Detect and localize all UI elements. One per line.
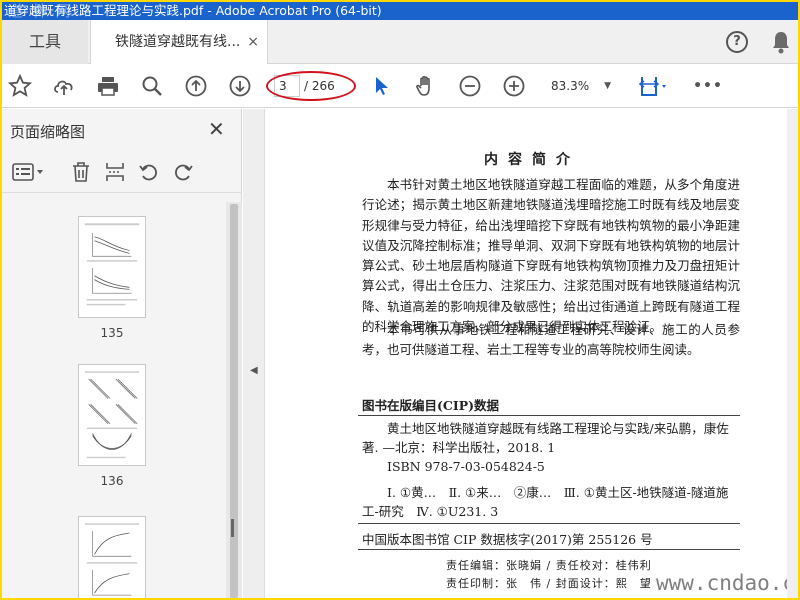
thumbnail-toolbar <box>2 153 242 193</box>
divider <box>358 523 740 524</box>
previous-page-icon[interactable] <box>182 72 210 100</box>
cip-title: 图书在版编目(CIP)数据 <box>362 398 500 413</box>
page-heading: 内容简介 <box>484 152 580 168</box>
divider <box>358 549 740 550</box>
cip-number: 中国版本图书馆 CIP 数据核字(2017)第 255126 号 <box>362 532 653 547</box>
fit-page-icon[interactable] <box>634 72 674 100</box>
select-cursor-icon[interactable] <box>368 72 396 100</box>
thumbnail-scrollbar[interactable] <box>226 202 242 598</box>
zoom-level-value: 83.3% <box>551 79 590 93</box>
help-button[interactable]: ? <box>726 31 748 53</box>
main-toolbar: / 266 83.3% ▼ ••• <box>2 64 798 108</box>
print-icon[interactable] <box>94 72 122 100</box>
page-thumbnail[interactable] <box>78 516 146 598</box>
next-page-icon[interactable] <box>226 72 254 100</box>
collapse-left-icon[interactable]: ◀ <box>250 365 258 376</box>
insert-page-icon[interactable] <box>104 161 128 185</box>
options-menu-icon[interactable] <box>12 161 48 185</box>
divider <box>358 415 740 416</box>
title-bar: 道穿越既有线路工程理论与实践.pdf - Adobe Acrobat Pro (… <box>2 2 798 20</box>
thumbnail-page-number: 136 <box>100 474 124 488</box>
intro-paragraph: 本书针对黄土地区地铁隧道穿越工程面临的难题，从多个角度进行论述；揭示黄土地区新建… <box>362 177 740 335</box>
thumbnail-panel: 页面缩略图 ✕ 135 136 <box>2 109 242 598</box>
highlight-ellipse-annotation <box>266 71 356 101</box>
zoom-out-icon[interactable] <box>456 72 484 100</box>
thumbnail-list: 135 136 <box>2 194 226 598</box>
thumbnail-page-number: 135 <box>100 326 124 340</box>
panel-title: 页面缩略图 <box>10 123 86 141</box>
tab-tools[interactable]: 工具 <box>2 20 88 64</box>
panel-resize-handle[interactable] <box>231 519 234 537</box>
rotate-left-icon[interactable] <box>138 161 162 185</box>
scrollbar-thumb[interactable] <box>230 204 238 598</box>
tab-close-button[interactable]: × <box>247 20 259 64</box>
cip-isbn: ISBN 978-7-03-054824-5 <box>387 459 545 474</box>
acrobat-window: 道穿越既有线路工程理论与实践.pdf - Adobe Acrobat Pro (… <box>2 2 798 598</box>
page-thumbnail[interactable] <box>78 216 146 318</box>
chevron-down-icon: ▼ <box>604 81 611 91</box>
panel-collapse-strip[interactable]: ◀ <box>243 109 265 598</box>
tab-bar: 工具 铁隧道穿越既有线... × ? <box>2 20 798 65</box>
bell-icon[interactable] <box>772 30 790 54</box>
audience-paragraph: 本书可供从事地铁工程和隧道工程研究、设计、施工的人员参考，也可供隧道工程、岩土工… <box>362 322 740 358</box>
zoom-level-dropdown[interactable]: 83.3% ▼ <box>543 75 615 97</box>
tab-document[interactable]: 铁隧道穿越既有线... × <box>90 20 268 65</box>
document-scrollbar[interactable] <box>787 109 798 598</box>
panel-close-button[interactable]: ✕ <box>208 117 225 141</box>
delete-trash-icon[interactable] <box>70 161 94 185</box>
page-thumbnail[interactable] <box>78 364 146 466</box>
zoom-search-icon[interactable] <box>138 72 166 100</box>
cloud-upload-icon[interactable] <box>50 72 78 100</box>
document-view: 内容简介 本书针对黄土地区地铁隧道穿越工程面临的难题，从多个角度进行论述；揭示黄… <box>266 109 798 598</box>
bookmark-star-icon[interactable] <box>6 72 34 100</box>
more-tools-icon[interactable]: ••• <box>693 72 722 100</box>
cip-classification: Ⅰ. ①黄… Ⅱ. ①来… ②康… Ⅲ. ①黄土区-地铁隧道-隧道施工-研究 Ⅳ… <box>362 485 729 519</box>
tab-document-label: 铁隧道穿越既有线... <box>115 34 241 50</box>
rotate-right-icon[interactable] <box>172 161 196 185</box>
title-watermark: 道 林 网 <box>8 2 73 20</box>
zoom-in-icon[interactable] <box>500 72 528 100</box>
hand-tool-icon[interactable] <box>412 72 440 100</box>
cip-entry: 黄土地区地铁隧道穿越既有线路工程理论与实践/来弘鹏，康佐著. —北京：科学出版社… <box>362 421 729 455</box>
site-watermark: www.cndao.com <box>656 571 798 595</box>
